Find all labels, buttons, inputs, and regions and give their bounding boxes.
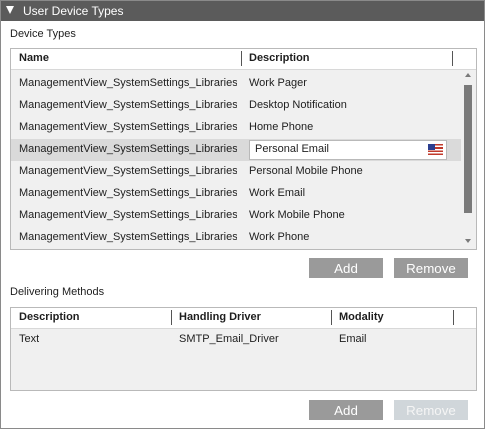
- table-row[interactable]: ManagementView_SystemSettings_Libraries_…: [11, 73, 461, 95]
- device-description-cell: Home Phone: [249, 121, 314, 133]
- column-separator[interactable]: [452, 51, 453, 66]
- us-flag-icon[interactable]: [428, 144, 443, 155]
- table-row[interactable]: ManagementView_SystemSettings_Libraries_…: [11, 161, 461, 183]
- table-row[interactable]: Text SMTP_Email_Driver Email: [11, 329, 474, 351]
- device-name-cell: ManagementView_SystemSettings_Libraries_: [19, 231, 237, 243]
- column-separator[interactable]: [453, 310, 454, 325]
- column-header-modality[interactable]: Modality: [339, 311, 384, 323]
- description-edit-text: Personal Email: [255, 143, 329, 155]
- delivering-methods-add-button[interactable]: Add: [309, 400, 383, 420]
- delivering-methods-label: Delivering Methods: [10, 286, 105, 298]
- device-types-add-button[interactable]: Add: [309, 258, 383, 278]
- delivering-methods-remove-button[interactable]: Remove: [394, 400, 468, 420]
- collapse-triangle-icon[interactable]: [6, 6, 14, 14]
- column-separator[interactable]: [331, 310, 332, 325]
- table-row[interactable]: ManagementView_SystemSettings_Libraries_…: [11, 117, 461, 139]
- device-description-cell: Work Phone: [249, 231, 310, 243]
- table-row[interactable]: ManagementView_SystemSettings_Libraries_…: [11, 183, 461, 205]
- column-separator[interactable]: [241, 51, 242, 66]
- table-row[interactable]: ManagementView_SystemSettings_Libraries_…: [11, 227, 461, 249]
- device-name-cell: ManagementView_SystemSettings_Libraries_: [19, 77, 237, 89]
- vertical-scrollbar[interactable]: [463, 69, 474, 247]
- device-name-cell: ManagementView_SystemSettings_Libraries_: [19, 143, 237, 155]
- delivering-methods-grid: Description Handling Driver Modality Tex…: [10, 307, 477, 391]
- device-types-label: Device Types: [10, 28, 76, 40]
- device-name-cell: ManagementView_SystemSettings_Libraries_: [19, 209, 237, 221]
- method-modality-cell: Email: [339, 333, 367, 345]
- panel-titlebar[interactable]: User Device Types: [1, 1, 484, 21]
- scroll-up-arrow-icon[interactable]: [465, 73, 471, 77]
- device-name-cell: ManagementView_SystemSettings_Libraries_: [19, 99, 237, 111]
- method-handling-driver-cell: SMTP_Email_Driver: [179, 333, 279, 345]
- device-name-cell: ManagementView_SystemSettings_Libraries_: [19, 121, 237, 133]
- device-name-cell: ManagementView_SystemSettings_Libraries_: [19, 165, 237, 177]
- device-types-header: Name Description: [11, 49, 476, 70]
- device-description-cell: Work Email: [249, 187, 306, 199]
- method-description-cell: Text: [19, 333, 40, 345]
- table-row[interactable]: ManagementView_SystemSettings_Libraries_…: [11, 205, 461, 227]
- column-header-handling-driver[interactable]: Handling Driver: [179, 311, 261, 323]
- column-header-description[interactable]: Description: [19, 311, 80, 323]
- column-separator[interactable]: [171, 310, 172, 325]
- column-header-description[interactable]: Description: [249, 52, 310, 64]
- scroll-down-arrow-icon[interactable]: [465, 239, 471, 243]
- device-description-cell: Work Mobile Phone: [249, 209, 345, 221]
- device-description-cell: Desktop Notification: [249, 99, 347, 111]
- delivering-methods-header: Description Handling Driver Modality: [11, 308, 476, 329]
- user-device-types-panel: User Device Types Device Types Name Desc…: [0, 0, 485, 429]
- scrollbar-thumb[interactable]: [464, 85, 472, 213]
- table-row[interactable]: ManagementView_SystemSettings_Libraries_…: [11, 95, 461, 117]
- device-description-cell: Personal Mobile Phone: [249, 165, 363, 177]
- device-types-grid: Name Description ManagementView_SystemSe…: [10, 48, 477, 250]
- table-row[interactable]: ManagementView_SystemSettings_Libraries_…: [11, 139, 461, 161]
- device-description-cell: Work Pager: [249, 77, 307, 89]
- panel-title: User Device Types: [23, 4, 124, 18]
- description-edit-field[interactable]: Personal Email: [249, 140, 447, 160]
- device-name-cell: ManagementView_SystemSettings_Libraries_: [19, 187, 237, 199]
- column-header-name[interactable]: Name: [19, 52, 49, 64]
- device-types-remove-button[interactable]: Remove: [394, 258, 468, 278]
